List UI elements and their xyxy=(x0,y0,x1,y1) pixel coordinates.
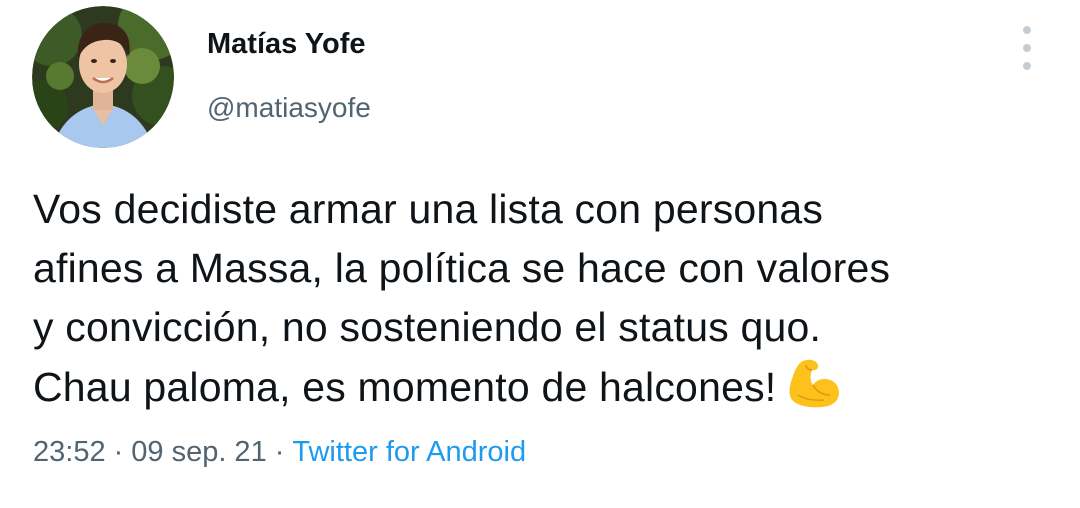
vertical-dots-icon xyxy=(1023,26,1031,34)
source-link[interactable]: Twitter for Android xyxy=(292,436,526,468)
more-options-button[interactable] xyxy=(1012,26,1042,70)
avatar[interactable] xyxy=(32,6,174,148)
display-name[interactable]: Matías Yofe xyxy=(207,28,365,61)
tweet-text-line-last: Chau paloma, es momento de halcones! xyxy=(33,357,1063,417)
profile-photo-icon xyxy=(32,6,174,148)
separator-dot: · xyxy=(113,436,124,468)
tweet-text: Vos decidiste armar una lista con person… xyxy=(33,180,1063,417)
tweet-date[interactable]: 09 sep. 21 xyxy=(131,436,266,468)
vertical-dots-icon xyxy=(1023,62,1031,70)
tweet-text-line: Chau paloma, es momento de halcones! xyxy=(33,364,777,410)
tweet-text-line: Vos decidiste armar una lista con person… xyxy=(33,186,824,232)
flexed-biceps-icon xyxy=(789,359,840,408)
tweet-card: Matías Yofe @matiasyofe Vos decidiste ar… xyxy=(0,0,1080,508)
separator-dot: · xyxy=(274,436,285,468)
tweet-time[interactable]: 23:52 xyxy=(33,436,106,468)
tweet-meta: 23:52 · 09 sep. 21 · Twitter for Android xyxy=(33,436,526,469)
user-handle[interactable]: @matiasyofe xyxy=(207,92,371,124)
vertical-dots-icon xyxy=(1023,44,1031,52)
tweet-text-line: afines a Massa, la política se hace con … xyxy=(33,245,891,291)
tweet-text-line: y convicción, no sosteniendo el status q… xyxy=(33,304,822,350)
